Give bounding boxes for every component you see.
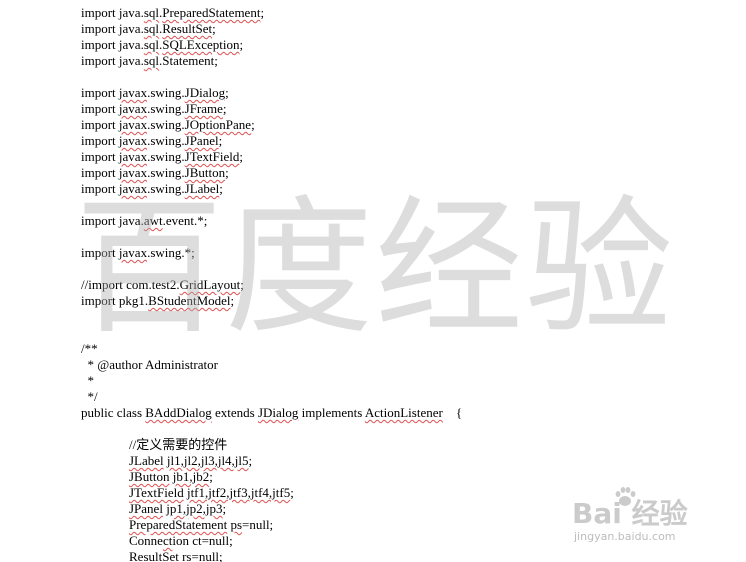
- spelling-squiggle: javax: [118, 101, 148, 116]
- spelling-squiggle: PreparedStatement: [162, 5, 261, 20]
- spelling-squiggle: JLabel: [129, 453, 164, 468]
- code-line: Connection ct=null;: [129, 533, 233, 548]
- spelling-squiggle: jl1,jl2,jl3,jl4,jl5: [166, 453, 249, 468]
- spelling-squiggle: BAddDialog: [145, 405, 212, 420]
- code-line: public class BAddDialog extends JDialog …: [81, 405, 463, 420]
- code-line: import java.sql.ResultSet;: [81, 21, 216, 36]
- code-line: import javax.swing.JFrame;: [81, 101, 227, 116]
- spelling-squiggle: sql: [143, 21, 159, 36]
- spelling-squiggle: jb1,jb2: [172, 469, 210, 484]
- spelling-squiggle: javax: [118, 149, 148, 164]
- spelling-squiggle: JDialog: [257, 405, 299, 420]
- code-line: import java.sql.PreparedStatement;: [81, 5, 265, 20]
- paw-icon: [615, 487, 636, 506]
- code-line: //定义需要的控件: [129, 437, 228, 452]
- spelling-squiggle: javax: [118, 85, 148, 100]
- spelling-squiggle: JFrame: [184, 101, 223, 116]
- code-line: import javax.swing.JPanel;: [81, 133, 223, 148]
- spelling-squiggle: ActionListener: [364, 405, 443, 420]
- code-line: ResultSet rs=null;: [129, 549, 223, 562]
- baidu-jingyan-watermark: 百度经验: [75, 182, 675, 354]
- spelling-squiggle: ps: [230, 517, 242, 532]
- spelling-squiggle: jtf1,jtf2,jtf3,jtf4,jtf5: [186, 485, 291, 500]
- spelling-squiggle: JPanel: [129, 501, 163, 516]
- code-line: *: [81, 373, 95, 388]
- spelling-squiggle: ResultSet: [129, 549, 179, 562]
- spelling-squiggle: SQLException: [162, 37, 240, 52]
- spelling-squiggle: ct: [162, 533, 173, 548]
- spelling-squiggle: ResultSet: [162, 21, 213, 36]
- code-line: JPanel jp1,jp2,jp3;: [129, 501, 227, 516]
- spelling-squiggle: sql: [143, 37, 159, 52]
- spelling-squiggle: javax: [118, 117, 148, 132]
- logo-url: jingyan.baidu.com: [574, 530, 676, 543]
- spelling-squiggle: PreparedStatement: [129, 517, 228, 532]
- code-line: JLabel jl1,jl2,jl3,jl4,jl5;: [129, 453, 253, 468]
- code-line: */: [81, 389, 98, 404]
- spelling-squiggle: JTextField: [184, 149, 240, 164]
- code-line: import java.sql.SQLException;: [81, 37, 244, 52]
- spelling-squiggle: rs: [182, 549, 192, 562]
- document-page: import java.sql.PreparedStatement; import…: [0, 0, 746, 562]
- code-line: import javax.swing.JOptionPane;: [81, 117, 255, 132]
- code-line: import javax.swing.JTextField;: [81, 149, 243, 164]
- code-line: PreparedStatement ps=null;: [129, 517, 274, 532]
- code-line: import java.sql.Statement;: [81, 53, 218, 68]
- spelling-squiggle: javax: [118, 133, 148, 148]
- spelling-squiggle: JTextField: [129, 485, 184, 500]
- spelling-squiggle: sql: [143, 5, 159, 20]
- spelling-squiggle: JPanel: [184, 133, 219, 148]
- code-line: JButton jb1,jb2;: [129, 469, 213, 484]
- spelling-squiggle: JOptionPane: [184, 117, 252, 132]
- spelling-squiggle: jp1,jp2,jp3: [166, 501, 223, 516]
- code-line: JTextField jtf1,jtf2,jtf3,jtf4,jtf5;: [129, 485, 294, 500]
- spelling-squiggle: JButton: [129, 469, 170, 484]
- spelling-squiggle: sql: [143, 53, 159, 68]
- spelling-squiggle: JDialog: [184, 85, 226, 100]
- code-line: import javax.swing.JDialog;: [81, 85, 229, 100]
- baidu-jingyan-logo: Bai 经验 jingyan.baidu.com: [572, 484, 722, 554]
